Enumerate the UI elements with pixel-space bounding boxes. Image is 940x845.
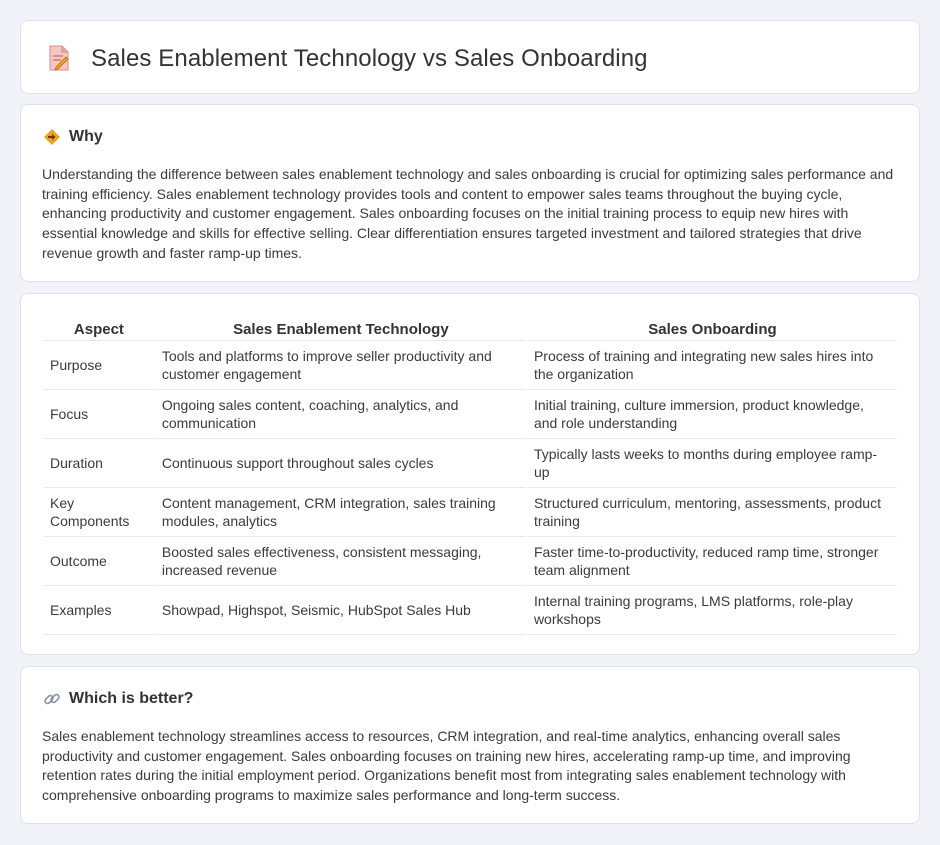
- table-row: Outcome Boosted sales effectiveness, con…: [44, 537, 897, 586]
- row-enablement-cell: Boosted sales effectiveness, consistent …: [155, 537, 526, 586]
- row-onboarding-cell: Initial training, culture immersion, pro…: [527, 390, 897, 439]
- column-header-aspect: Aspect: [44, 315, 154, 341]
- comparison-table: Aspect Sales Enablement Technology Sales…: [42, 315, 899, 635]
- why-heading-row: Why: [43, 127, 103, 147]
- table-row: Examples Showpad, Highspot, Seismic, Hub…: [44, 586, 897, 635]
- table-row: Purpose Tools and platforms to improve s…: [44, 341, 897, 390]
- table-row: Key Components Content management, CRM i…: [44, 488, 897, 537]
- better-text: Sales enablement technology streamlines …: [42, 728, 851, 804]
- table-row: Duration Continuous support throughout s…: [44, 439, 897, 488]
- row-aspect: Duration: [44, 439, 154, 488]
- row-enablement-cell: Showpad, Highspot, Seismic, HubSpot Sale…: [155, 586, 526, 635]
- link-icon: [44, 693, 60, 705]
- comparison-section: Aspect Sales Enablement Technology Sales…: [20, 293, 920, 655]
- row-onboarding-cell: Process of training and integrating new …: [527, 341, 897, 390]
- better-heading: Which is better?: [69, 690, 194, 707]
- row-aspect: Examples: [44, 586, 154, 635]
- why-text: Understanding the difference between sal…: [42, 166, 894, 261]
- why-heading: Why: [69, 128, 103, 145]
- row-enablement-cell: Content management, CRM integration, sal…: [155, 488, 526, 537]
- column-header-sales-onboarding: Sales Onboarding: [527, 315, 897, 341]
- row-enablement-cell: Tools and platforms to improve seller pr…: [155, 341, 526, 390]
- row-aspect: Outcome: [44, 537, 154, 586]
- which-is-better-section: Which is better? Sales enablement techno…: [20, 666, 920, 824]
- row-onboarding-cell: Structured curriculum, mentoring, assess…: [527, 488, 897, 537]
- better-heading-row: Which is better?: [43, 689, 193, 709]
- table-row: Focus Ongoing sales content, coaching, a…: [44, 390, 897, 439]
- row-enablement-cell: Continuous support throughout sales cycl…: [155, 439, 526, 488]
- row-onboarding-cell: Internal training programs, LMS platform…: [527, 586, 897, 635]
- document-edit-icon: [49, 45, 69, 71]
- row-aspect: Key Components: [44, 488, 154, 537]
- why-section: Why Understanding the difference between…: [20, 104, 920, 282]
- page-title: Sales Enablement Technology vs Sales Onb…: [91, 45, 648, 72]
- table-header-row: Aspect Sales Enablement Technology Sales…: [44, 315, 897, 341]
- row-onboarding-cell: Typically lasts weeks to months during e…: [527, 439, 897, 488]
- diamond-warning-icon: [44, 129, 60, 145]
- row-aspect: Focus: [44, 390, 154, 439]
- column-header-sales-enablement: Sales Enablement Technology: [155, 315, 526, 341]
- row-onboarding-cell: Faster time-to-productivity, reduced ram…: [527, 537, 897, 586]
- row-aspect: Purpose: [44, 341, 154, 390]
- header-card: Sales Enablement Technology vs Sales Onb…: [20, 20, 920, 94]
- row-enablement-cell: Ongoing sales content, coaching, analyti…: [155, 390, 526, 439]
